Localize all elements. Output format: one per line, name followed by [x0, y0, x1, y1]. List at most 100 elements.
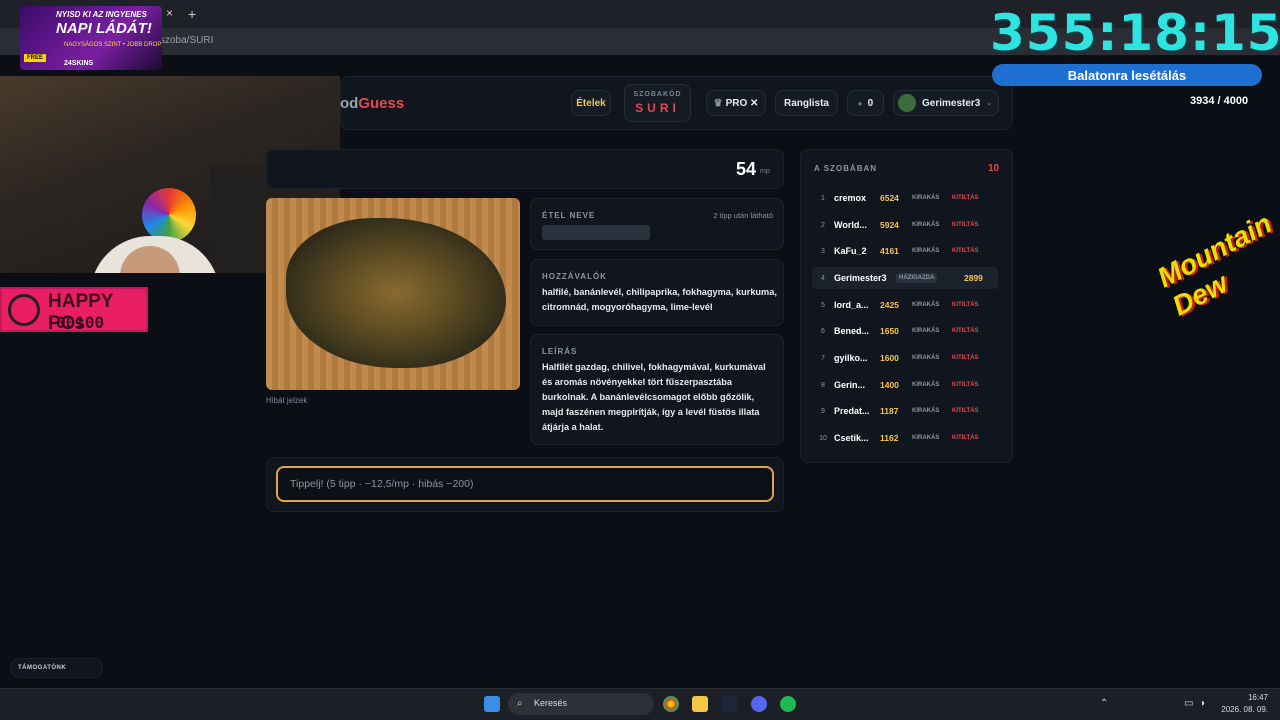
player-row: 6 Bened... 1650 KIRAKÁS KITILTÁS	[812, 320, 998, 342]
player-score: 1400	[880, 380, 899, 390]
player-rank: 9	[821, 407, 825, 415]
room-code-value: SURI	[635, 101, 680, 115]
player-name: gyilko...	[834, 353, 868, 363]
kick-button[interactable]: KIRAKÁS	[912, 355, 952, 361]
guess-panel	[266, 457, 784, 512]
coins-display[interactable]: ● 0	[847, 90, 884, 116]
user-menu-button[interactable]: Gerimester3 ⌄	[893, 90, 999, 116]
close-tab-icon[interactable]: ×	[166, 6, 173, 20]
player-rank: 2	[821, 221, 825, 229]
pro-button[interactable]: ♛ PRO ✕	[706, 90, 766, 116]
ban-button[interactable]: KITILTÁS	[952, 222, 979, 228]
ban-button[interactable]: KITILTÁS	[952, 435, 979, 441]
room-player-count: 10	[988, 163, 1000, 174]
player-score: 6524	[880, 193, 899, 203]
player-score: 2425	[880, 300, 899, 310]
search-icon: ⌕	[517, 698, 523, 709]
coin-icon: ●	[857, 98, 863, 108]
ad-banner[interactable]: NYISD KI AZ INGYENES NAPI LÁDÁT! NAGYSÁG…	[20, 6, 162, 70]
app-logo[interactable]: odGuess	[340, 95, 404, 112]
player-name: Gerin...	[834, 380, 866, 390]
happy-pcs-logo	[8, 294, 40, 326]
timer-value: 54	[736, 159, 757, 179]
dish-name-header: ÉTEL NEVE	[542, 211, 596, 220]
kick-button[interactable]: KIRAKÁS	[912, 222, 952, 228]
player-row: 2 World... 5924 KIRAKÁS KITILTÁS	[812, 214, 998, 236]
display-icon[interactable]: ▭	[1184, 698, 1193, 709]
player-row: 7 gyilko... 1600 KIRAKÁS KITILTÁS	[812, 347, 998, 369]
player-name: KaFu_2	[834, 246, 867, 256]
ban-button[interactable]: KITILTÁS	[952, 328, 979, 334]
sponsor-badge: TÁMOGATÓNK	[10, 658, 103, 678]
description-line: majd faszénen megpirítják, így a levél f…	[542, 407, 760, 417]
kick-button[interactable]: KIRAKÁS	[912, 435, 952, 441]
timer-bar	[266, 149, 784, 189]
foods-button[interactable]: Ételek	[571, 90, 611, 116]
player-rank: 1	[821, 194, 825, 202]
description-card: LEÍRÁS Halfilét gazdag, chilivel, fokhag…	[530, 334, 784, 445]
taskbar-search[interactable]: Keresés	[508, 693, 654, 715]
room-code[interactable]: SZOBAKÓD SURI	[624, 84, 691, 122]
chevron-up-icon[interactable]: ⌃	[1100, 698, 1108, 709]
ban-button[interactable]: KITILTÁS	[952, 355, 979, 361]
player-score: 2899	[964, 273, 983, 283]
goal-bar: Balatonra lesétálás	[992, 64, 1262, 86]
kick-button[interactable]: KIRAKÁS	[912, 328, 952, 334]
windows-start-icon[interactable]	[484, 696, 500, 712]
player-score: 1162	[880, 433, 899, 443]
player-rank: 7	[821, 354, 825, 362]
room-code-label: SZOBAKÓD	[633, 91, 682, 98]
url-text[interactable]: szoba/SURI	[160, 35, 213, 46]
prize-wheel	[142, 188, 196, 242]
ban-button[interactable]: KITILTÁS	[952, 408, 979, 414]
ad-line1: NYISD KI AZ INGYENES	[56, 10, 147, 19]
kick-button[interactable]: KIRAKÁS	[912, 382, 952, 388]
kick-button[interactable]: KIRAKÁS	[912, 408, 952, 414]
kick-button[interactable]: KIRAKÁS	[912, 195, 952, 201]
ban-button[interactable]: KITILTÁS	[952, 302, 979, 308]
description-line: és aromás növényekkel tört fűszerpasztáb…	[542, 377, 732, 387]
volume-icon[interactable]: ◗	[1200, 698, 1206, 709]
player-name: lord_a...	[834, 300, 869, 310]
timer-unit: mp	[760, 168, 770, 175]
player-score: 1187	[880, 406, 899, 416]
player-name: Predat...	[834, 406, 870, 416]
room-title: A SZOBÁBAN	[814, 164, 878, 173]
ingredients-card: HOZZÁVALÓK halfilé, banánlevél, chilipap…	[530, 259, 784, 326]
mountain-dew-logo: Mountain Dew	[1140, 208, 1276, 322]
ban-button[interactable]: KITILTÁS	[952, 382, 979, 388]
discord-icon[interactable]	[751, 696, 767, 712]
player-row: 3 KaFu_2 4161 KIRAKÁS KITILTÁS	[812, 240, 998, 262]
ad-free-badge: FREE	[24, 54, 47, 62]
kick-button[interactable]: KIRAKÁS	[912, 248, 952, 254]
player-name: cremox	[834, 193, 867, 203]
player-row-self: 4 Gerimester3 HÁZIGAZDA 2899	[812, 267, 998, 289]
folder-icon[interactable]	[692, 696, 708, 712]
crown-icon: ♛	[713, 97, 723, 109]
ad-line2: NAPI LÁDÁT!	[56, 20, 152, 37]
new-tab-button[interactable]: +	[188, 6, 196, 22]
player-rank: 3	[821, 247, 825, 255]
player-rank: 8	[821, 381, 825, 389]
steam-icon[interactable]	[721, 696, 737, 712]
goal-progress: 3934 / 4000	[1190, 95, 1249, 107]
report-error-link[interactable]: Hibát jelzek	[266, 396, 307, 405]
ban-button[interactable]: KITILTÁS	[952, 248, 979, 254]
description-line: átjárja a halat.	[542, 422, 604, 432]
clock-date: 2026. 08. 09.	[1221, 705, 1268, 714]
kick-button[interactable]: KIRAKÁS	[912, 302, 952, 308]
player-rank: 10	[819, 434, 827, 442]
ban-button[interactable]: KITILTÁS	[952, 195, 979, 201]
description-line: burkolnak. A banánlevélcsomagot előbb gő…	[542, 392, 755, 402]
player-score: 1600	[880, 353, 899, 363]
chrome-icon[interactable]	[663, 696, 679, 712]
taskbar-clock[interactable]: 16:47 2026. 08. 09.	[1216, 692, 1268, 716]
ranking-button[interactable]: Ranglista	[775, 90, 838, 116]
ad-line3: NAGYSÁGOS SZINT • JOBB DROP	[64, 42, 162, 48]
spotify-icon[interactable]	[780, 696, 796, 712]
player-row: 9 Predat... 1187 KIRAKÁS KITILTÁS	[812, 400, 998, 422]
dish-name-card: ÉTEL NEVE 2 tipp után látható	[530, 198, 784, 250]
logo-accent: Guess	[358, 95, 405, 112]
guess-input[interactable]	[276, 466, 774, 502]
clock-time: 16:47	[1247, 693, 1268, 702]
